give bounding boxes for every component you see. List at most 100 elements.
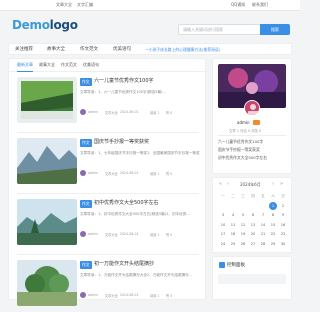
article-views: 阅读 1 xyxy=(150,294,160,298)
calendar-day[interactable]: 9 xyxy=(278,211,288,221)
profile-avatar[interactable] xyxy=(244,100,260,116)
prev-year-icon[interactable]: « xyxy=(219,181,222,187)
article-title[interactable]: 六一儿童节优秀作文100字 xyxy=(94,77,202,84)
calendar-day[interactable]: 14 xyxy=(258,221,268,231)
article-likes: 赞 0 xyxy=(166,111,173,115)
article-date: 2024-06-01 xyxy=(120,110,139,114)
calendar-day[interactable]: 28 xyxy=(258,240,268,250)
calendar-day[interactable]: 25 xyxy=(228,240,238,250)
profile-name[interactable]: admin xyxy=(237,120,250,125)
calendar-day[interactable]: 8 xyxy=(268,211,278,221)
control-panel-body xyxy=(218,274,286,284)
article-thumbnail[interactable] xyxy=(17,77,77,123)
prev-month-icon[interactable]: ‹ xyxy=(227,181,229,187)
article-item[interactable]: 作文 国庆节手抄报一等奖获奖 文章导读：1、七年级国庆节手抄报一等奖2、全国最美… xyxy=(17,138,202,190)
calendar-day[interactable]: 5 xyxy=(238,211,248,221)
calendar-day[interactable]: 16 xyxy=(278,221,288,231)
article-meta: admin 文章大全 2024-06-01 阅读 1 赞 0 xyxy=(80,292,200,298)
tab-quotes[interactable]: 优美语句 xyxy=(83,62,99,68)
article-channel[interactable]: 文章大全 xyxy=(105,171,118,176)
calendar-day[interactable]: 15 xyxy=(268,221,278,231)
article-title[interactable]: 初一万能作文开头结尾摘抄 xyxy=(94,260,202,267)
calendar-day[interactable]: 24 xyxy=(218,240,228,250)
topbar-link-collection[interactable]: 文字汇编 xyxy=(77,2,93,8)
calendar-day[interactable]: 23 xyxy=(278,230,288,240)
article-item[interactable]: 作文 初一万能作文开头结尾摘抄 文章导读：1、万能作文开头结尾摘抄大全2、万能作… xyxy=(17,260,199,312)
article-thumbnail[interactable] xyxy=(17,260,77,306)
article-channel[interactable]: 文章大全 xyxy=(105,110,118,115)
article-item[interactable]: 作文 初中优秀作文大全500字左右 文章导读：1、初中优秀作文大全500字左右(… xyxy=(17,199,199,251)
calendar-day[interactable]: 11 xyxy=(228,221,238,231)
article-likes: 赞 0 xyxy=(166,172,173,176)
article-meta: admin 文章大全 2024-06-01 阅读 1 赞 0 xyxy=(80,231,200,237)
calendar-day[interactable]: 10 xyxy=(218,221,228,231)
article-title[interactable]: 国庆节手抄报一等奖获奖 xyxy=(94,138,202,145)
profile-link[interactable]: 初中优秀作文大全500字左右 xyxy=(218,155,267,161)
article-summary: 文章导读：1、七年级国庆节手抄报一等奖2、全国最美国庆节手抄报一等奖... xyxy=(80,151,200,155)
topbar-link-articles[interactable]: 文章大全 xyxy=(56,2,72,8)
article-thumbnail[interactable] xyxy=(17,199,77,245)
tab-stories[interactable]: 故事大全 xyxy=(39,62,55,68)
calendar-day[interactable]: 2 xyxy=(278,202,288,212)
calendar-day[interactable]: 1 xyxy=(268,201,278,212)
category-badge[interactable]: 作文 xyxy=(80,261,92,269)
calendar-day[interactable]: 20 xyxy=(248,230,258,240)
category-badge[interactable]: 作文 xyxy=(80,200,92,208)
article-thumbnail[interactable] xyxy=(17,138,77,184)
notice-text[interactable]: 一小孩子成长路上的心理健康方法(推荐阅读) xyxy=(145,47,220,53)
calendar-day[interactable]: 3 xyxy=(218,211,228,221)
calendar-today[interactable]: 1 xyxy=(269,201,277,210)
calendar-week: 10 11 12 13 14 15 16 xyxy=(218,221,288,231)
nav-item-4[interactable]: 优美语句 xyxy=(113,46,131,52)
calendar-day[interactable]: 12 xyxy=(238,221,248,231)
calendar-day[interactable]: 29 xyxy=(268,240,278,250)
calendar-day xyxy=(248,202,258,212)
category-badge[interactable]: 作文 xyxy=(80,139,92,147)
search-box[interactable]: 请输入关键词进行搜索 搜索 xyxy=(178,24,290,35)
author-avatar xyxy=(80,292,86,298)
topbar-link-qq[interactable]: QQ通知 xyxy=(231,2,245,8)
calendar-day[interactable]: 22 xyxy=(268,230,278,240)
tab-latest[interactable]: 最新文章 xyxy=(17,62,33,72)
profile-stats: 文章 1 评论 0 浏览 0 xyxy=(229,129,262,133)
author-name[interactable]: admin xyxy=(88,110,98,114)
calendar-day[interactable]: 7 xyxy=(258,211,268,221)
author-name[interactable]: admin xyxy=(88,293,98,297)
author-avatar xyxy=(80,109,86,115)
nav-item-1[interactable]: 关注推荐 xyxy=(15,46,33,52)
article-channel[interactable]: 文章大全 xyxy=(105,293,118,298)
calendar-day[interactable]: 27 xyxy=(248,240,258,250)
site-logo[interactable]: Demologo xyxy=(12,18,78,32)
calendar-day[interactable]: 21 xyxy=(258,230,268,240)
article-views: 阅读 1 xyxy=(150,111,160,115)
calendar-day[interactable]: 6 xyxy=(248,211,258,221)
calendar-day[interactable]: 30 xyxy=(278,240,288,250)
calendar-day[interactable]: 18 xyxy=(228,230,238,240)
article-item[interactable]: 作文 六一儿童节优秀作文100字 文章导读：1、六一儿童节优秀作文100字(精选… xyxy=(17,77,199,129)
nav-item-3[interactable]: 作文范文 xyxy=(80,46,98,52)
calendar-day[interactable]: 19 xyxy=(238,230,248,240)
search-input[interactable]: 请输入关键词进行搜索 xyxy=(183,27,223,33)
nav-item-2[interactable]: 故事大全 xyxy=(47,46,65,52)
calendar-day[interactable]: 26 xyxy=(238,240,248,250)
weekday-label: 一 xyxy=(221,194,225,198)
calendar-day[interactable]: 17 xyxy=(218,230,228,240)
category-badge[interactable]: 作文 xyxy=(80,78,92,86)
author-name[interactable]: admin xyxy=(88,232,98,236)
next-year-icon[interactable]: » xyxy=(280,181,283,187)
tab-essays[interactable]: 作文范文 xyxy=(61,62,77,68)
profile-link[interactable]: 国庆节手抄报一等奖获奖 xyxy=(218,147,260,153)
article-channel[interactable]: 文章大全 xyxy=(105,232,118,237)
topbar-link-contact[interactable]: 联系我们 xyxy=(252,2,268,8)
article-date: 2024-06-01 xyxy=(120,171,139,175)
calendar-day[interactable]: 13 xyxy=(248,221,258,231)
profile-link[interactable]: 六一儿童节优秀作文100字 xyxy=(218,139,263,145)
calendar-day[interactable]: 4 xyxy=(228,211,238,221)
logo-text-2: logo xyxy=(49,18,78,32)
article-title[interactable]: 初中优秀作文大全500字左右 xyxy=(94,199,202,206)
search-button[interactable]: 搜索 xyxy=(260,24,290,35)
article-likes: 赞 0 xyxy=(166,294,173,298)
next-month-icon[interactable]: › xyxy=(272,181,274,187)
author-name[interactable]: admin xyxy=(88,171,98,175)
article-summary: 文章导读：1、万能作文开头结尾摘抄大全2、万能作文开头结尾摘抄... xyxy=(80,273,193,277)
